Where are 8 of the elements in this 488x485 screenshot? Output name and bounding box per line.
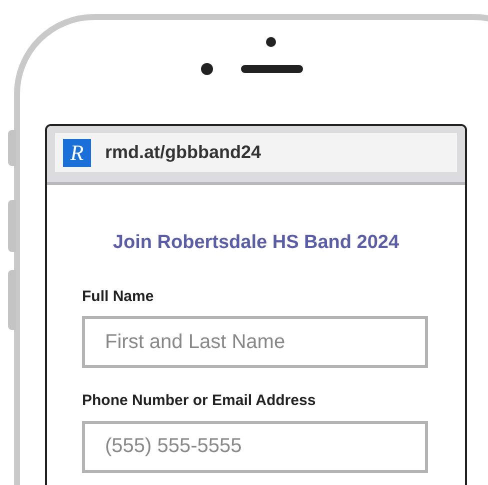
field-label: Full Name	[82, 286, 155, 306]
input-field[interactable]: (555) 555-5555	[82, 420, 428, 472]
logo-icon: R	[63, 138, 91, 166]
field-label: Phone Number or Email Address	[82, 391, 317, 411]
form-title: Join Robertsdale HS Band 2024	[112, 231, 400, 255]
url-field[interactable]: R rmd.at/gbbband24	[55, 133, 457, 172]
input-field[interactable]: First and Last Name	[82, 316, 428, 368]
url-text: rmd.at/gbbband24	[105, 141, 262, 164]
